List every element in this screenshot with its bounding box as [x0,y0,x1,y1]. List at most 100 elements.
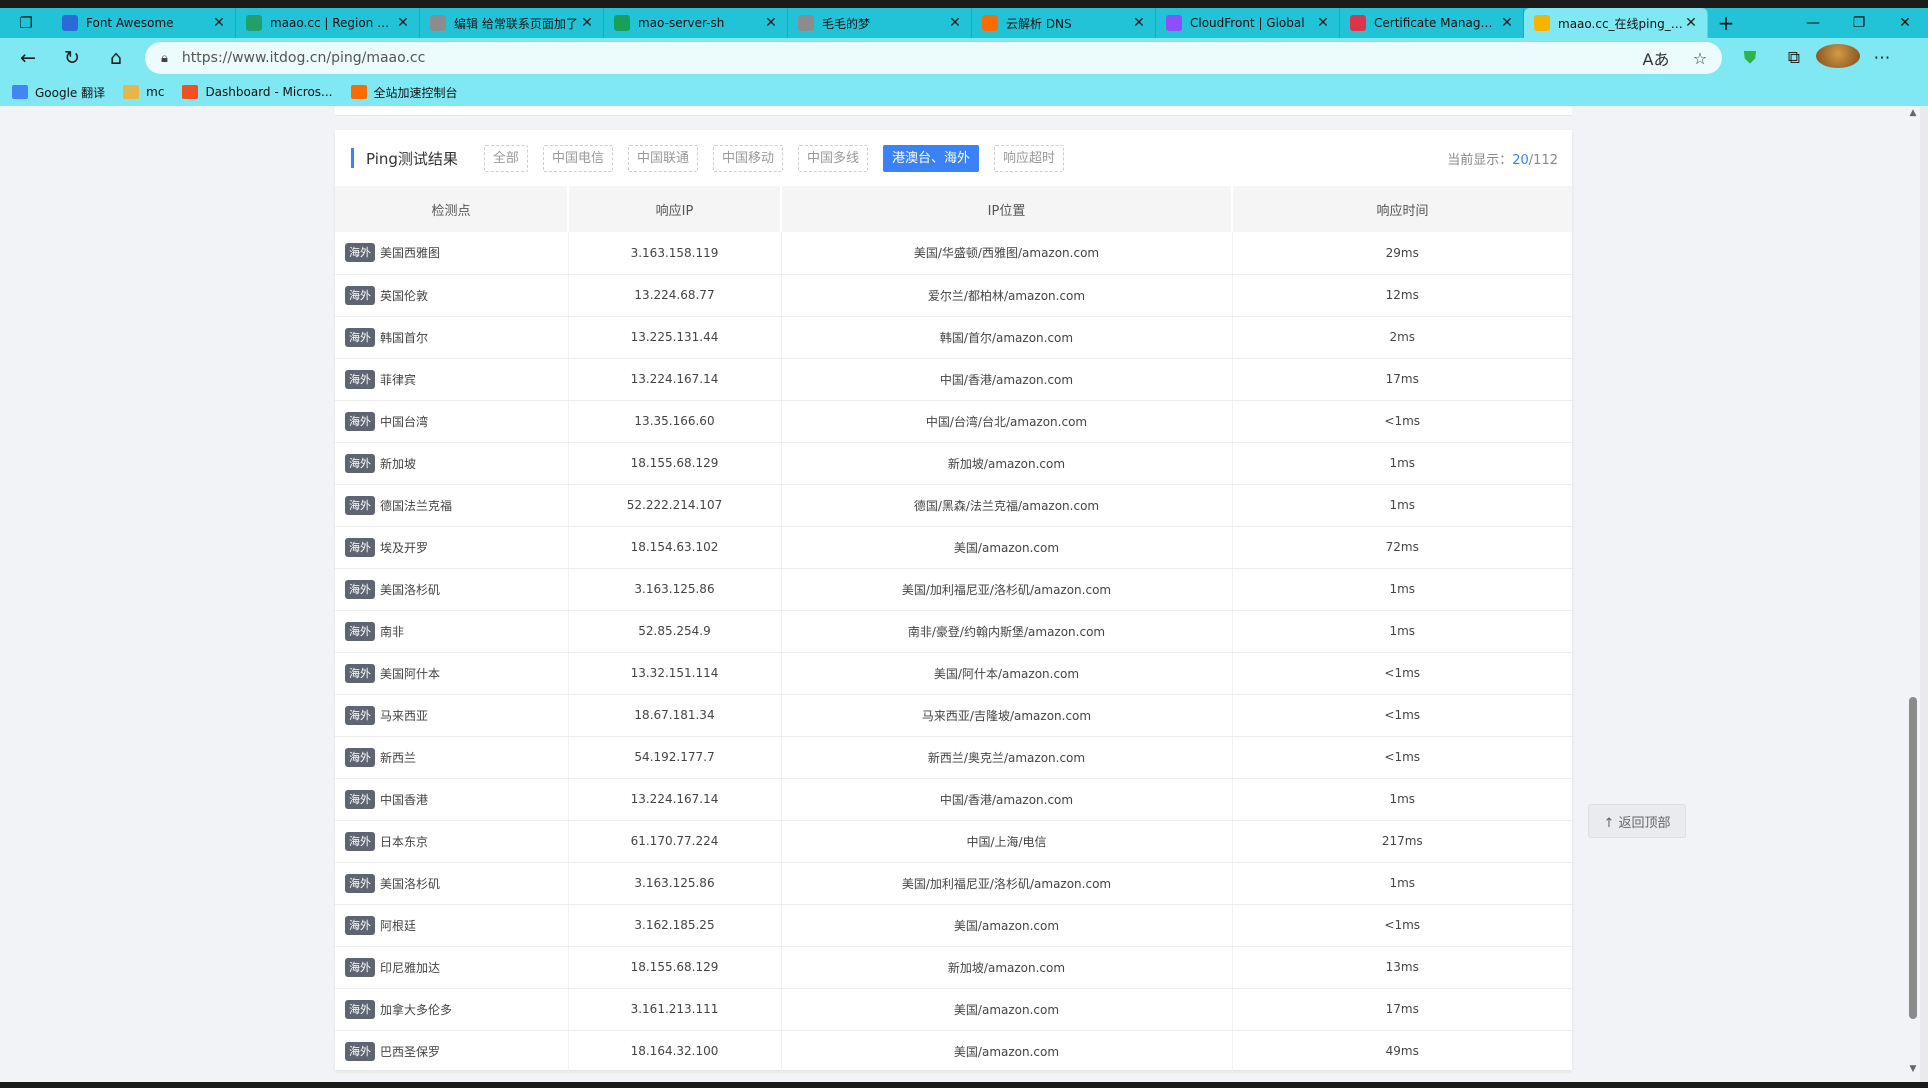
scrollbar-thumb[interactable] [1909,697,1917,1019]
google-translate-icon [12,85,28,99]
table-row: 海外 中国台湾 13.35.166.60 中国/台湾/台北/amazon.com <1m… [335,400,1572,443]
browser-tab[interactable]: 云解析 DNS ✕ [972,8,1156,38]
column-header-ip[interactable]: 响应IP [568,186,782,232]
bookmark-item[interactable]: 全站加速控制台 [350,84,458,101]
filter-button[interactable]: 响应超时 [994,144,1065,172]
column-header-node[interactable]: 检测点 [335,186,569,232]
close-tab-icon[interactable]: ✕ [1315,15,1331,31]
cell-node: 海外 韩国首尔 [335,316,569,359]
node-name: 埃及开罗 [380,540,429,555]
region-tag: 海外 [345,663,375,683]
region-tag: 海外 [345,789,375,809]
table-row: 海外 中国香港 13.224.167.14 中国/香港/amazon.com 1ms [335,778,1572,821]
filter-button[interactable]: 中国移动 [712,144,783,172]
url-text[interactable]: https://www.itdog.cn/ping/maao.cc [182,50,1634,66]
node-name: 德国法兰克福 [380,498,453,513]
cell-time: 29ms [1232,232,1572,275]
refresh-button[interactable]: ↻ [50,38,94,78]
cell-node: 海外 美国西雅图 [335,232,569,275]
browser-tab[interactable]: maao.cc | Region Selector✕ [236,8,420,38]
browser-tab[interactable]: mao-server-sh ✕ [604,8,788,38]
close-tab-icon[interactable]: ✕ [395,15,411,31]
home-button[interactable]: ⌂ [94,38,138,78]
cell-time: 17ms [1232,988,1572,1031]
workspaces-button[interactable]: ❐ [0,8,52,38]
node-name: 新加坡 [380,456,417,471]
table-row: 海外 马来西亚 18.67.181.34 马来西亚/吉隆坡/amazon.com <1m… [335,694,1572,737]
cell-ip: 3.161.213.111 [568,988,782,1031]
cell-location: 美国/华盛顿/西雅图/amazon.com [781,232,1233,275]
browser-tab[interactable]: maao.cc_在线ping_多地 ✕ [1524,8,1708,38]
cell-location: 中国/台湾/台北/amazon.com [781,400,1233,443]
tab-title: maao.cc_在线ping_多地 [1558,16,1683,31]
extensions-icon[interactable]: ⧉ [1772,48,1816,68]
close-tab-icon[interactable]: ✕ [763,15,779,31]
node-name: 加拿大多伦多 [380,1002,453,1017]
count-label: 当前显示： [1447,152,1513,168]
scroll-up-arrow[interactable]: ▲ [1906,108,1920,118]
region-tag: 海外 [345,327,375,347]
column-header-time[interactable]: 响应时间 [1232,186,1572,232]
table-body: 海外 美国西雅图 3.163.158.119 美国/华盛顿/西雅图/amazon.co… [335,232,1572,1073]
favorite-star-icon[interactable]: ☆ [1678,49,1722,68]
browser-tab[interactable]: Certificate Manager | us✕ [1340,8,1524,38]
close-window-button[interactable]: ✕ [1882,8,1928,38]
scroll-down-arrow[interactable]: ▼ [1906,1064,1920,1074]
cell-location: 美国/阿什本/amazon.com [781,652,1233,695]
bookmark-item[interactable]: mc [123,85,164,99]
browser-tab[interactable]: 毛毛的梦 ✕ [788,8,972,38]
cat-icon [430,15,446,31]
profile-avatar[interactable] [1816,43,1860,73]
cell-ip: 18.164.32.100 [568,1030,782,1073]
region-tag: 海外 [345,915,375,935]
region-tag: 海外 [345,621,375,641]
read-aloud-icon[interactable]: Aあ [1634,46,1678,70]
node-name: 美国洛杉矶 [380,876,441,891]
close-tab-icon[interactable]: ✕ [211,15,227,31]
close-tab-icon[interactable]: ✕ [1683,15,1699,31]
close-tab-icon[interactable]: ✕ [947,15,963,31]
close-tab-icon[interactable]: ✕ [579,15,595,31]
filter-button[interactable]: 全部 [483,144,528,172]
new-tab-button[interactable]: + [1708,8,1744,38]
shield-extension-icon[interactable]: ⛊ [1728,48,1772,68]
region-tag: 海外 [345,705,375,725]
cell-time: <1ms [1232,400,1572,443]
cell-location: 新加坡/amazon.com [781,442,1233,485]
filter-button[interactable]: 港澳台、海外 [883,144,980,172]
filter-button[interactable]: 中国多线 [797,144,868,172]
table-row: 海外 英国伦敦 13.224.68.77 爱尔兰/都柏林/amazon.com 12ms [335,274,1572,317]
cat-icon [798,15,814,31]
filter-group: 全部 中国电信 中国联通 中国移动 中国多线 港澳台、海外 响应超时 [483,144,1079,172]
more-menu-icon[interactable]: ⋯ [1860,48,1904,68]
bookmark-item[interactable]: Google 翻译 [12,84,105,101]
bookmark-item[interactable]: Dashboard - Micros... [182,85,333,99]
close-tab-icon[interactable]: ✕ [1499,15,1515,31]
browser-tab[interactable]: Font Awesome ✕ [52,8,236,38]
back-button[interactable]: ← [6,38,50,78]
minimize-button[interactable]: — [1790,8,1836,38]
cell-node: 海外 美国洛杉矶 [335,568,569,611]
cell-time: <1ms [1232,736,1572,779]
filter-button[interactable]: 中国联通 [627,144,698,172]
restore-button[interactable]: ❐ [1836,8,1882,38]
address-bar[interactable]: 🔒︎ https://www.itdog.cn/ping/maao.cc Aあ … [145,42,1722,74]
region-tag: 海外 [345,873,375,893]
tab-title: 编辑 给常联系页面加了 [454,16,578,31]
cell-node: 海外 新加坡 [335,442,569,485]
filter-button[interactable]: 中国电信 [542,144,613,172]
node-name: 新西兰 [380,750,417,765]
cell-time: 1ms [1232,862,1572,905]
browser-tab[interactable]: 编辑 给常联系页面加了 ✕ [420,8,604,38]
cell-location: 南非/豪登/约翰内斯堡/amazon.com [781,610,1233,653]
close-tab-icon[interactable]: ✕ [1131,15,1147,31]
aliyun-icon [350,85,367,99]
browser-tab[interactable]: CloudFront | Global ✕ [1156,8,1340,38]
aliyun-icon [982,15,998,31]
column-header-location[interactable]: IP位置 [781,186,1233,232]
table-row: 海外 德国法兰克福 52.222.214.107 德国/黑森/法兰克福/amazon.… [335,484,1572,527]
cell-time: 217ms [1232,820,1572,863]
cell-location: 美国/amazon.com [781,988,1233,1031]
back-to-top-button[interactable]: ↑ 返回顶部 [1588,804,1686,838]
cell-ip: 18.155.68.129 [568,442,782,485]
